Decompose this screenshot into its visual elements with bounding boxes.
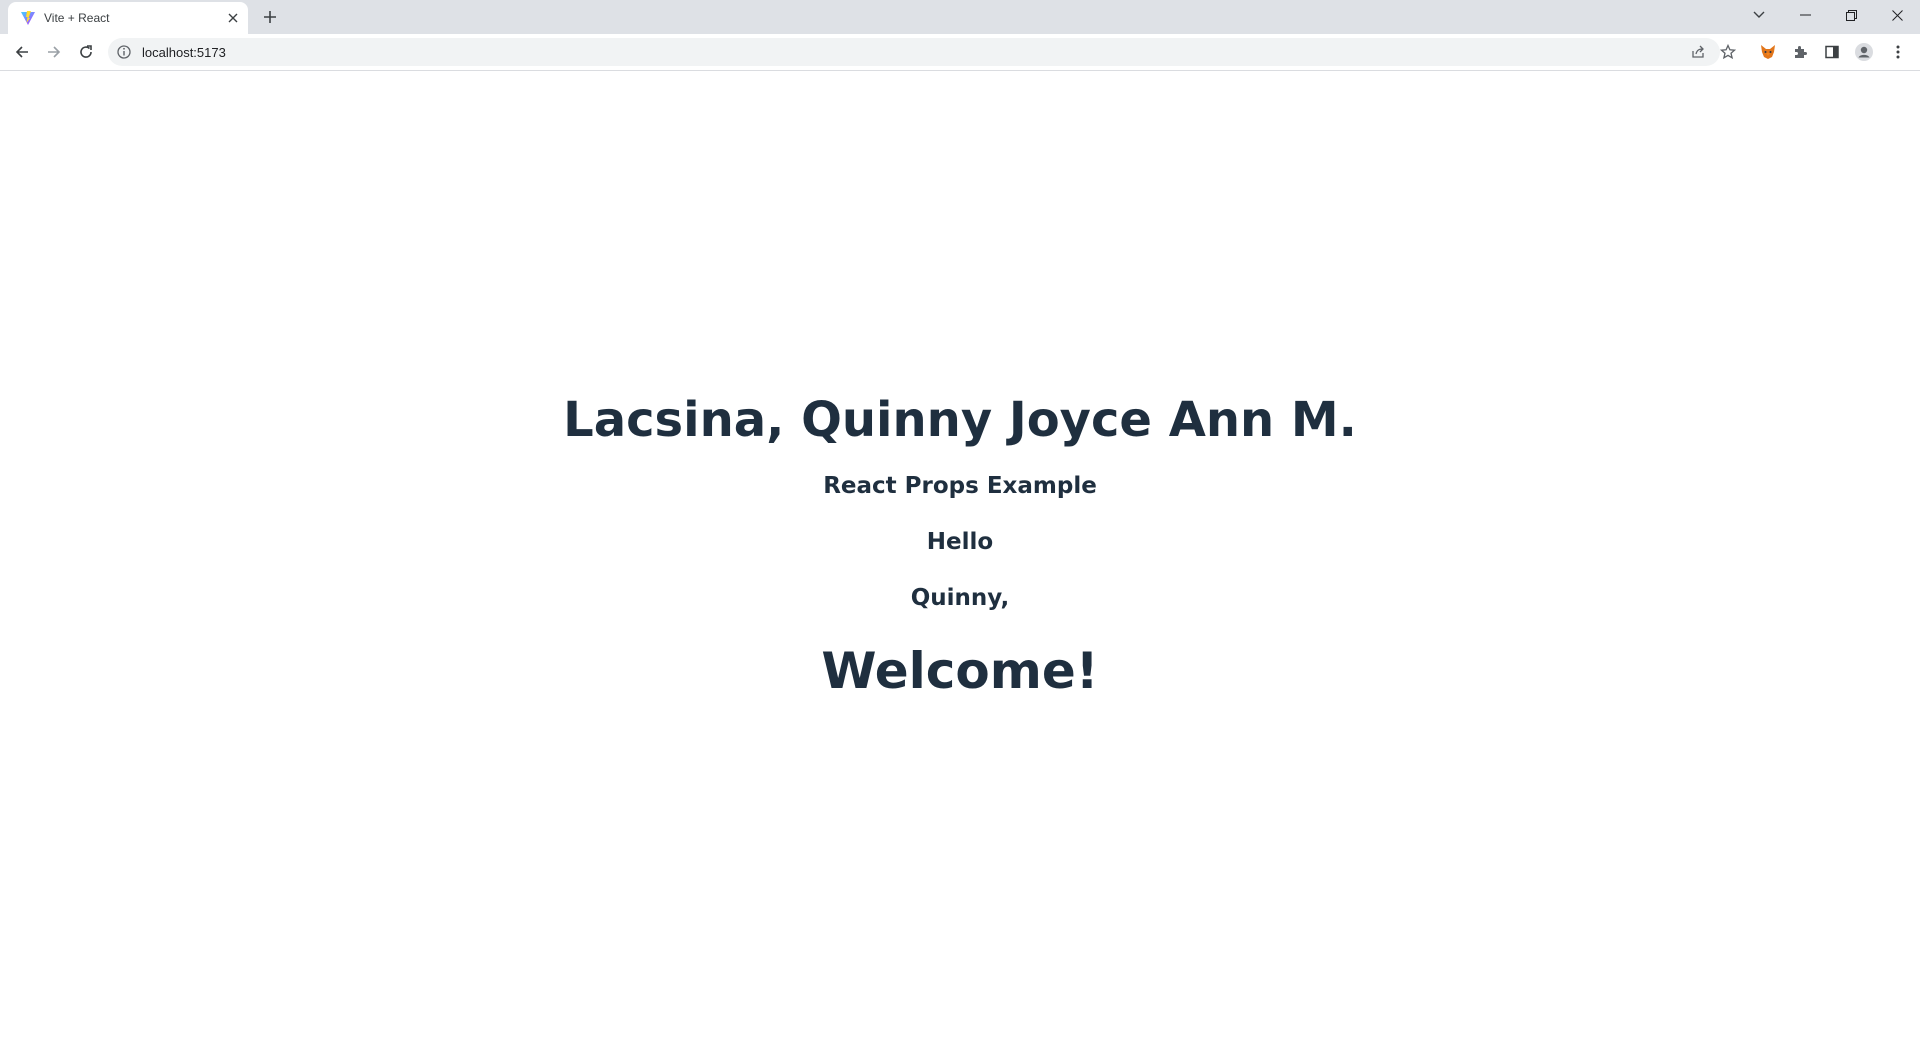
puzzle-icon[interactable] <box>1788 40 1812 64</box>
name-heading: Lacsina, Quinny Joyce Ann M. <box>563 392 1357 448</box>
side-panel-icon[interactable] <box>1820 40 1844 64</box>
star-icon[interactable] <box>1716 40 1740 64</box>
browser-window: Vite + React localhost:5173 Lacsina, Qui… <box>0 0 1920 1039</box>
reload-icon[interactable] <box>72 38 100 66</box>
fox-extension-icon[interactable] <box>1756 40 1780 64</box>
share-icon[interactable] <box>1688 42 1708 62</box>
plus-icon[interactable] <box>258 5 282 29</box>
tab-vite-react[interactable]: Vite + React <box>8 2 248 34</box>
arrow-right-icon[interactable] <box>40 38 68 66</box>
page-content: Lacsina, Quinny Joyce Ann M. React Props… <box>0 71 1920 1039</box>
app-root: Lacsina, Quinny Joyce Ann M. React Props… <box>0 389 1920 703</box>
tab-strip: Vite + React <box>0 0 1920 34</box>
tab-title: Vite + React <box>44 11 110 25</box>
close-icon[interactable] <box>224 9 242 27</box>
url-text: localhost:5173 <box>142 45 226 60</box>
vite-logo-icon <box>20 10 36 26</box>
toolbar: localhost:5173 <box>0 34 1920 71</box>
welcome-heading: Welcome! <box>821 642 1099 700</box>
greeting-heading: Hello <box>926 529 994 555</box>
close-icon[interactable] <box>1874 0 1920 30</box>
minimize-icon[interactable] <box>1782 0 1828 30</box>
address-bar[interactable]: localhost:5173 <box>108 38 1720 66</box>
kebab-menu-icon[interactable] <box>1886 40 1910 64</box>
first-name-heading: Quinny, <box>910 585 1010 611</box>
subtitle-heading: React Props Example <box>823 473 1097 499</box>
profile-icon[interactable] <box>1852 40 1876 64</box>
arrow-left-icon[interactable] <box>8 38 36 66</box>
chevron-down-icon[interactable] <box>1736 0 1782 30</box>
restore-icon[interactable] <box>1828 0 1874 30</box>
info-icon[interactable] <box>116 44 132 60</box>
